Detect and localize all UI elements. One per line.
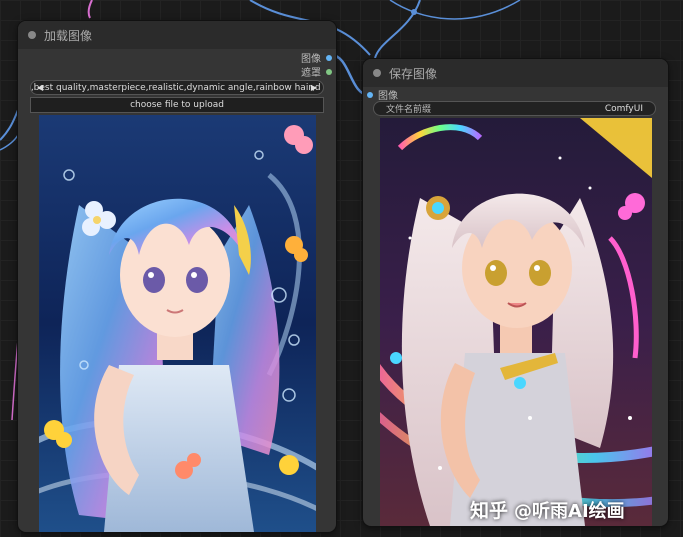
load-image-preview	[39, 115, 316, 532]
output-mask-label: 遮罩	[301, 68, 321, 79]
input-image-dot-icon[interactable]	[367, 91, 373, 98]
output-mask-dot-icon[interactable]	[326, 68, 332, 75]
image-file-combo[interactable]: ◀ 1.3),best quality,masterpiece,realisti…	[30, 80, 324, 95]
choose-file-label: choose file to upload	[130, 100, 224, 110]
image-file-value: 1.3),best quality,masterpiece,realistic,…	[30, 82, 323, 93]
load-image-node[interactable]: 加载图像 图像 遮罩 ◀ 1.3),best quality,masterpie…	[18, 21, 336, 532]
output-image-dot-icon[interactable]	[326, 54, 332, 61]
output-image-label: 图像	[301, 54, 321, 65]
link-bg-4	[0, 109, 19, 141]
collapse-dot-icon[interactable]	[28, 31, 36, 39]
filename-prefix-field[interactable]: 文件名前缀 ComfyUI	[373, 101, 656, 116]
link-pink	[87, 0, 93, 19]
save-image-preview	[380, 118, 652, 526]
save-image-node[interactable]: 保存图像 图像 文件名前缀 ComfyUI	[363, 59, 668, 526]
zhihu-watermark: 知乎 @听雨AI绘画	[470, 496, 625, 523]
load-image-node-header[interactable]: 加载图像	[18, 21, 336, 49]
rainbow-hair-anime-girl-image	[39, 115, 316, 532]
save-image-node-header[interactable]: 保存图像	[363, 59, 668, 87]
combo-right-arrow-icon[interactable]: ▶	[311, 83, 317, 92]
watermark-author: @听雨AI绘画	[514, 500, 625, 522]
choose-file-button[interactable]: choose file to upload	[30, 97, 324, 113]
filename-prefix-label: 文件名前缀	[386, 105, 432, 115]
load-image-node-title: 加载图像	[44, 28, 93, 43]
white-hair-anime-girl-image	[380, 118, 652, 526]
input-image-slot[interactable]: 图像	[367, 87, 398, 102]
link-bg-3	[389, 0, 521, 20]
save-image-node-title: 保存图像	[389, 66, 438, 81]
link-bg-2	[374, 0, 421, 59]
collapse-dot-icon[interactable]	[373, 69, 381, 77]
reroute-dot	[411, 9, 417, 15]
output-mask-slot[interactable]: 遮罩	[301, 64, 332, 79]
output-image-slot[interactable]: 图像	[301, 50, 332, 65]
input-image-label: 图像	[378, 91, 398, 102]
filename-prefix-value: ComfyUI	[604, 103, 643, 114]
watermark-brand: 知乎	[470, 500, 509, 522]
